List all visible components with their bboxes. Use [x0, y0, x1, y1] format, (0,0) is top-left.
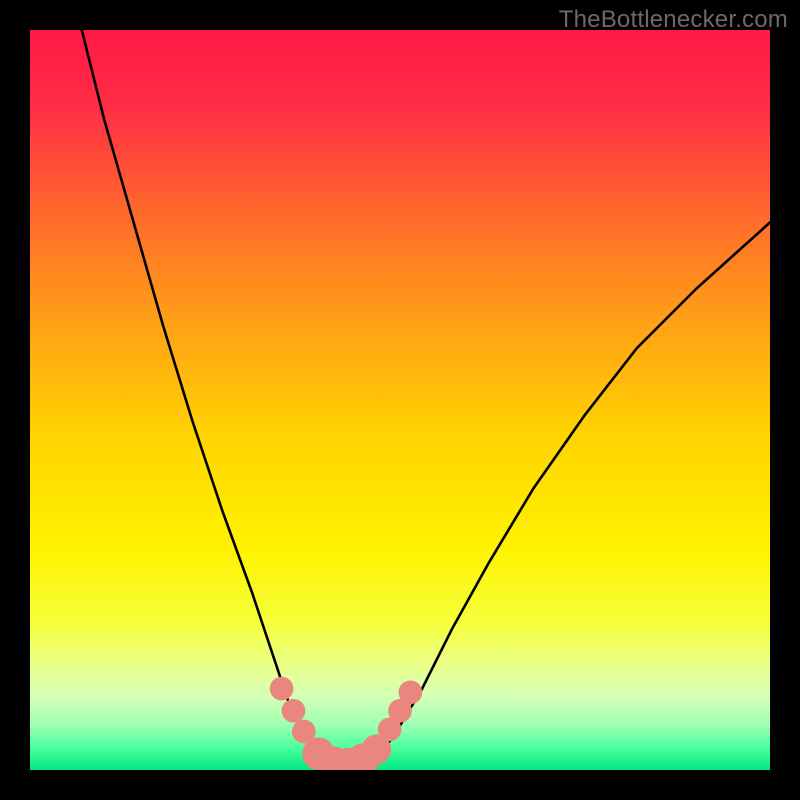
curve-lines — [82, 30, 770, 768]
series-right-branch — [370, 222, 770, 762]
outer-frame: TheBottlenecker.com — [0, 0, 800, 800]
series-left-branch — [82, 30, 326, 763]
watermark-text: TheBottlenecker.com — [559, 6, 788, 34]
plot-area — [30, 30, 770, 770]
data-point-marker — [399, 680, 423, 704]
data-point-marker — [270, 677, 294, 701]
chart-svg — [30, 30, 770, 770]
data-point-markers — [270, 677, 422, 770]
data-point-marker — [282, 699, 306, 723]
